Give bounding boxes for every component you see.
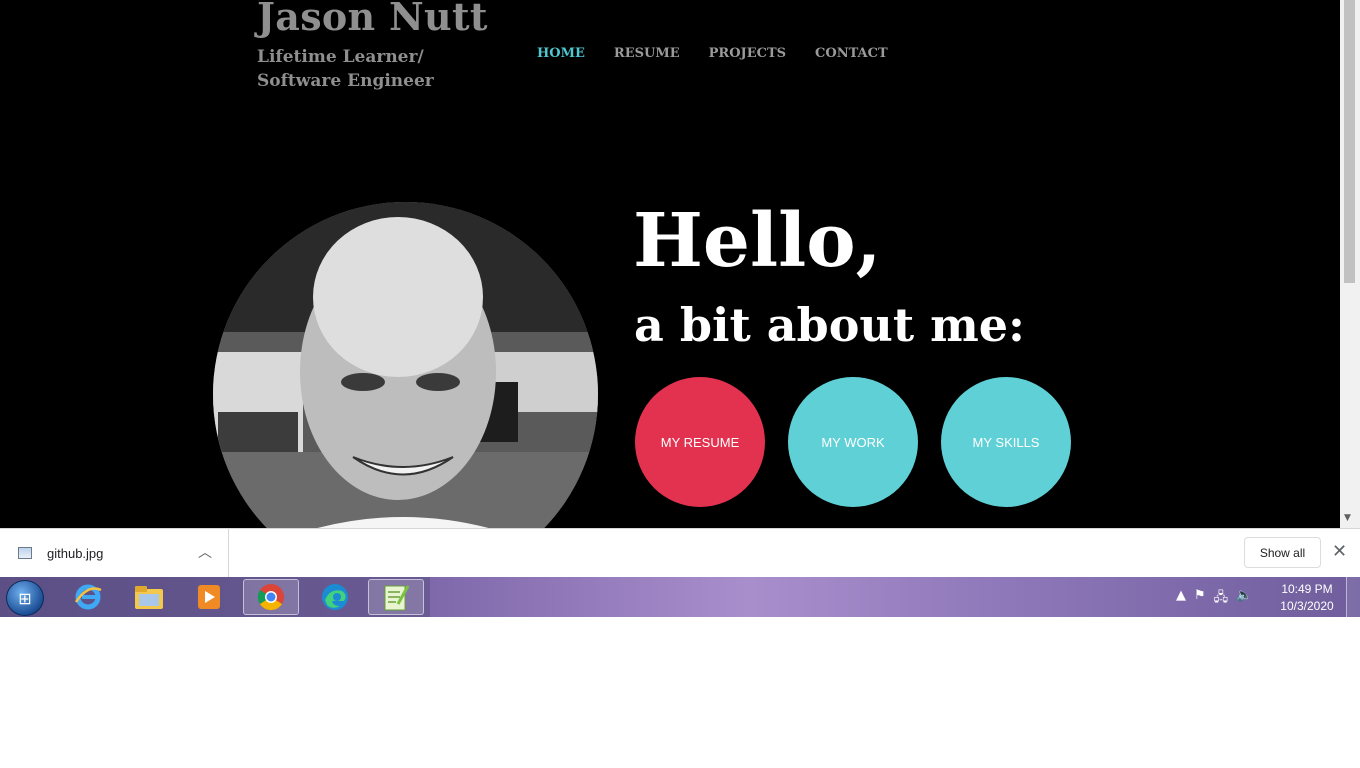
web-page: Jason Nutt Lifetime Learner/ Software En… (0, 0, 1340, 528)
profile-photo-illustration (213, 202, 598, 528)
chevron-up-icon[interactable]: ︿ (198, 542, 212, 562)
download-item[interactable]: github.jpg ︿ (0, 529, 229, 577)
taskbar-clock[interactable]: 10:49 PM 10/3/2020 (1272, 581, 1342, 615)
main-nav: HOME RESUME PROJECTS CONTACT (537, 46, 917, 61)
hero-greeting: Hello, (633, 198, 882, 284)
clock-date: 10/3/2020 (1280, 599, 1334, 613)
my-work-button[interactable]: MY WORK (788, 377, 918, 507)
show-desktop-button[interactable] (1346, 577, 1360, 617)
clock-time: 10:49 PM (1281, 582, 1333, 596)
site-title[interactable]: Jason Nutt (257, 0, 488, 39)
my-skills-button[interactable]: MY SKILLS (941, 377, 1071, 507)
hero-subheading: a bit about me: (634, 298, 1025, 352)
nav-contact-link[interactable]: CONTACT (815, 46, 888, 61)
file-explorer-icon[interactable] (121, 579, 177, 615)
network-icon[interactable]: 🖧 (1214, 588, 1229, 610)
windows-start-icon[interactable]: ⊞ (6, 580, 44, 616)
action-center-flag-icon[interactable]: ⚑ (1194, 588, 1206, 610)
site-tagline: Lifetime Learner/ Software Engineer (257, 47, 434, 91)
volume-icon[interactable]: 🔈 (1236, 588, 1252, 610)
download-shelf: github.jpg ︿ Show all ✕ (0, 528, 1360, 577)
my-resume-button[interactable]: MY RESUME (635, 377, 765, 507)
internet-explorer-icon[interactable] (60, 579, 116, 615)
media-player-icon[interactable] (181, 579, 237, 615)
nav-resume-link[interactable]: RESUME (614, 46, 680, 61)
show-all-button[interactable]: Show all (1244, 537, 1321, 568)
scrollbar-thumb[interactable] (1344, 0, 1355, 283)
download-file-name[interactable]: github.jpg (47, 546, 103, 561)
profile-photo (213, 202, 598, 528)
nav-projects-link[interactable]: PROJECTS (709, 46, 786, 61)
image-file-icon (18, 547, 32, 559)
chrome-icon[interactable] (243, 579, 299, 615)
nav-home-link[interactable]: HOME (537, 46, 585, 61)
page-scrollbar[interactable]: ▼ (1340, 0, 1360, 528)
windows-taskbar: ⊞ ▲ ⚑ 🖧 🔈 10:49 PM 10/3/2020 (0, 577, 1360, 617)
notepad-plus-plus-icon[interactable] (368, 579, 424, 615)
close-icon[interactable]: ✕ (1332, 541, 1347, 562)
system-tray: ▲ ⚑ 🖧 🔈 (1176, 588, 1252, 610)
show-hidden-icons-icon[interactable]: ▲ (1176, 588, 1186, 610)
scroll-down-arrow-icon[interactable]: ▼ (1344, 513, 1351, 523)
edge-icon[interactable] (307, 579, 363, 615)
